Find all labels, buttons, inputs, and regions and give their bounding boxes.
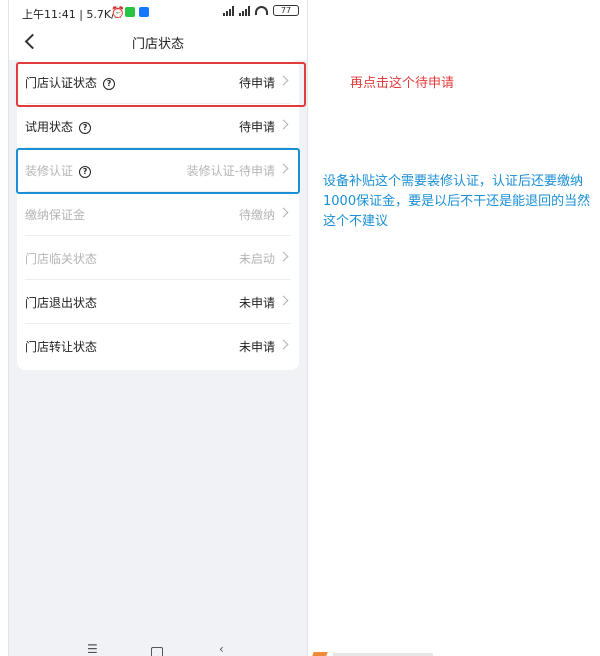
row-value[interactable]: 未启动 bbox=[239, 250, 275, 267]
row-value[interactable]: 待申请 bbox=[239, 118, 275, 135]
help-icon[interactable]: ? bbox=[79, 122, 92, 134]
row-label: 门店临关状态 bbox=[25, 252, 98, 266]
row-store-transfer[interactable]: 门店转让状态 未申请 bbox=[17, 324, 299, 368]
nav-bar: 门店状态 bbox=[9, 24, 307, 60]
row-value[interactable]: 未申请 bbox=[239, 338, 275, 355]
chevron-right-icon bbox=[278, 339, 289, 350]
chevron-right-icon bbox=[278, 295, 289, 306]
back-nav-icon[interactable]: ‹ bbox=[219, 642, 224, 656]
annotation-red: 再点击这个待申请 bbox=[350, 76, 455, 91]
row-value[interactable]: 未申请 bbox=[239, 294, 275, 311]
row-label: 缴纳保证金 bbox=[25, 208, 86, 222]
chevron-right-icon bbox=[278, 119, 289, 130]
status-right: 77 bbox=[223, 5, 299, 16]
wechat-icon bbox=[125, 7, 135, 17]
chevron-right-icon bbox=[278, 251, 289, 262]
highlight-box-red bbox=[16, 62, 306, 107]
chevron-right-icon bbox=[278, 207, 289, 218]
annotation-blue: 设备补贴这个需要装修认证，认证后还要缴纳1000保证金，要是以后不干还是能退回的… bbox=[323, 174, 591, 229]
page-title: 门店状态 bbox=[131, 37, 184, 52]
row-label: 门店退出状态 bbox=[25, 296, 98, 310]
row-temporary-close[interactable]: 门店临关状态 未启动 bbox=[17, 236, 299, 280]
menu-icon[interactable]: ☰ bbox=[87, 642, 98, 656]
row-value[interactable]: 待缴纳 bbox=[239, 206, 275, 223]
row-store-exit[interactable]: 门店退出状态 未申请 bbox=[17, 280, 299, 324]
alipay-icon bbox=[139, 7, 149, 17]
signal-icon bbox=[223, 5, 234, 16]
status-bar: 上午11:41 | 5.7K/s ⏰ 77 bbox=[9, 0, 307, 24]
highlight-box-blue bbox=[16, 148, 300, 194]
decorative-mark bbox=[312, 652, 328, 656]
system-nav-bar: ☰ ‹ bbox=[9, 640, 307, 656]
home-icon[interactable] bbox=[151, 647, 163, 656]
row-label: 门店转让状态 bbox=[25, 340, 98, 354]
row-deposit[interactable]: 缴纳保证金 待缴纳 bbox=[17, 192, 299, 236]
row-trial-status[interactable]: 试用状态? 待申请 bbox=[17, 104, 299, 148]
status-time: 上午11:41 | 5.7K/s bbox=[22, 8, 121, 21]
alarm-icon: ⏰ bbox=[111, 6, 125, 19]
signal-icon-2 bbox=[239, 5, 250, 16]
row-label: 试用状态? bbox=[25, 118, 92, 135]
battery-icon: 77 bbox=[273, 5, 299, 16]
wifi-icon bbox=[255, 6, 268, 15]
